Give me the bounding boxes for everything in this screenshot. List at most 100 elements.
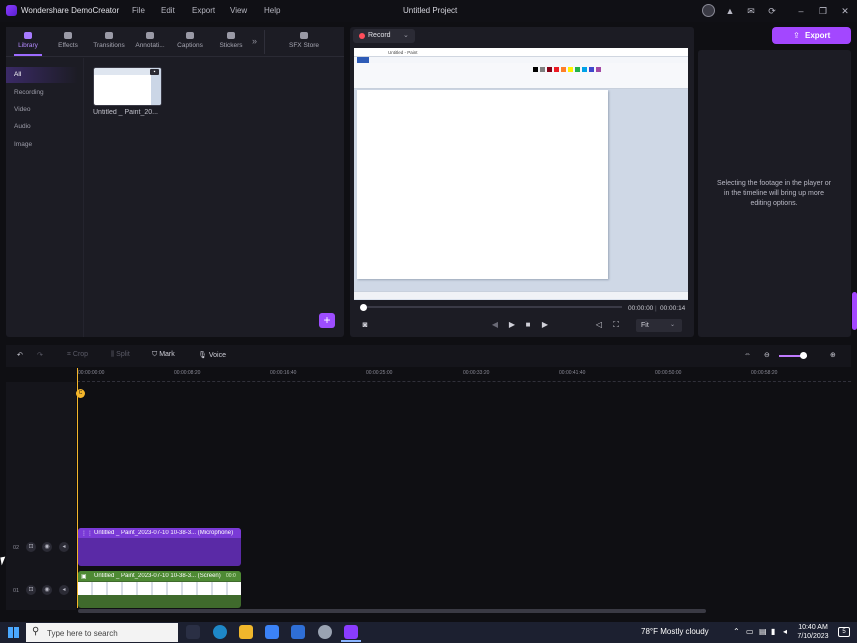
search-icon: ⚲: [32, 626, 40, 637]
undo-icon[interactable]: ↶: [17, 351, 23, 359]
ruler-tick-label: 00:00:33:20: [463, 370, 490, 376]
tab-transitions[interactable]: Transitions: [91, 30, 127, 54]
snapshot-camera-icon[interactable]: ◙: [360, 320, 370, 330]
paint-ribbon: [354, 63, 688, 89]
clock-time[interactable]: 10:40 AM: [793, 624, 833, 631]
playhead-line[interactable]: [77, 368, 78, 608]
app-name: Wondershare DemoCreator: [21, 6, 120, 15]
tray-app-icon[interactable]: ▤: [759, 627, 767, 636]
timeline-horizontal-scrollbar[interactable]: [78, 609, 706, 613]
chevron-down-icon[interactable]: ⌄: [403, 31, 409, 39]
tab-sfx-store[interactable]: SFX Store: [286, 30, 322, 54]
category-image[interactable]: Image: [6, 137, 78, 153]
close-icon[interactable]: ✕: [839, 5, 851, 17]
prev-frame-icon[interactable]: ◀: [490, 320, 500, 330]
democreator-app-icon[interactable]: [344, 625, 358, 639]
project-title: Untitled Project: [403, 6, 458, 15]
mail-icon[interactable]: ✉: [745, 5, 757, 17]
category-recording[interactable]: Recording: [6, 85, 78, 101]
category-video[interactable]: Video: [6, 102, 78, 118]
menu-view[interactable]: View: [230, 6, 247, 15]
notification-icon[interactable]: 5: [838, 627, 850, 637]
tab-effects[interactable]: Effects: [50, 30, 86, 54]
zoom-out-icon[interactable]: ⊖: [764, 351, 770, 359]
tutorial-icon[interactable]: ▲: [724, 5, 736, 17]
user-avatar-icon[interactable]: [702, 4, 715, 17]
sticker-icon: [227, 32, 235, 39]
clock-date[interactable]: 7/10/2023: [793, 633, 833, 640]
network-icon[interactable]: ▭: [746, 627, 754, 636]
task-view-icon[interactable]: [186, 625, 200, 639]
add-media-button[interactable]: +: [319, 313, 335, 328]
paint-swatch: [589, 67, 594, 72]
menu-help[interactable]: Help: [264, 6, 280, 15]
menu-export[interactable]: Export: [192, 6, 215, 15]
layers-icon: [24, 32, 32, 39]
speaker-icon[interactable]: ◂: [59, 585, 69, 595]
paint-swatch: [547, 67, 552, 72]
taskbar-search-placeholder: Type here to search: [47, 629, 118, 638]
panel-resize-handle[interactable]: [852, 292, 857, 330]
eye-icon[interactable]: ◉: [42, 585, 52, 595]
volume-icon[interactable]: ◁: [594, 320, 604, 330]
menu-file[interactable]: File: [132, 6, 145, 15]
tab-annotations[interactable]: Annotati...: [132, 30, 168, 54]
zoom-in-icon[interactable]: ⊕: [830, 351, 836, 359]
split-button[interactable]: ⫼ Split: [111, 351, 130, 359]
edge-browser-icon[interactable]: [213, 625, 227, 639]
ruler-tick-label: 00:00:08:20: [174, 370, 201, 376]
lock-icon[interactable]: ⊡: [26, 585, 36, 595]
paint-app-icon[interactable]: [318, 625, 332, 639]
tray-chevron-icon[interactable]: ⌃: [733, 627, 740, 636]
audio-clip-label: Untitled _ Paint_2023-07-10 10-38-3... (…: [94, 530, 234, 536]
paint-swatch: [540, 67, 545, 72]
total-time: 00:00:14: [660, 305, 686, 312]
lock-icon[interactable]: ⊡: [26, 542, 36, 552]
active-app-indicator: [341, 640, 361, 642]
ruler-tick-label: 00:00:00:00: [78, 370, 105, 376]
play-icon[interactable]: ▶: [507, 320, 517, 330]
playback-progress-track[interactable]: [360, 306, 622, 308]
menu-edit[interactable]: Edit: [161, 6, 175, 15]
weather-widget[interactable]: 78°F Mostly cloudy: [641, 627, 709, 636]
fullscreen-icon[interactable]: ⛶: [611, 320, 621, 330]
windows-start-icon[interactable]: [8, 627, 19, 638]
tab-library[interactable]: Library: [10, 30, 46, 54]
sparkle-icon: [64, 32, 72, 39]
tab-divider: [264, 30, 265, 54]
eye-icon[interactable]: ◉: [42, 542, 52, 552]
crop-button[interactable]: ⌗ Crop: [67, 351, 88, 359]
screen-clip-label: Untitled _ Paint_2023-07-10 10-38-3... (…: [94, 573, 221, 579]
next-frame-icon[interactable]: ▶: [540, 320, 550, 330]
store-app-icon[interactable]: [265, 625, 279, 639]
fit-timeline-icon[interactable]: ⇔: [744, 351, 751, 358]
playhead-handle[interactable]: C: [76, 389, 85, 398]
category-audio[interactable]: Audio: [6, 119, 78, 135]
timeline-zoom-slider[interactable]: [800, 352, 807, 359]
minimize-icon[interactable]: –: [795, 5, 807, 17]
screen-icon: ▣: [81, 574, 87, 580]
annotation-icon: [146, 32, 154, 39]
export-button-label: Export: [805, 31, 831, 40]
playback-scrubber[interactable]: [360, 304, 367, 311]
tab-captions[interactable]: Captions: [172, 30, 208, 54]
stop-icon[interactable]: ■: [523, 320, 533, 330]
more-tabs-icon[interactable]: »: [252, 36, 257, 46]
voice-button[interactable]: 🎙︎ Voice: [198, 351, 226, 359]
redo-icon[interactable]: ↷: [37, 351, 43, 359]
track-headers: [6, 382, 76, 610]
mail-app-icon[interactable]: [291, 625, 305, 639]
ruler-tick-label: 00:00:25:00: [366, 370, 393, 376]
microphone-tray-icon[interactable]: ▮: [771, 627, 775, 636]
record-label: Record: [368, 32, 391, 39]
restore-icon[interactable]: ❐: [817, 5, 829, 17]
volume-tray-icon[interactable]: ◂: [783, 627, 787, 636]
mark-button[interactable]: ⛉ Mark: [152, 351, 175, 359]
category-all[interactable]: All: [6, 67, 78, 83]
paint-canvas: [357, 90, 608, 279]
speaker-icon[interactable]: ◂: [59, 542, 69, 552]
file-explorer-icon[interactable]: [239, 625, 253, 639]
sync-icon[interactable]: ⟳: [766, 5, 778, 17]
tab-stickers[interactable]: Stickers: [213, 30, 249, 54]
paint-swatch: [582, 67, 587, 72]
